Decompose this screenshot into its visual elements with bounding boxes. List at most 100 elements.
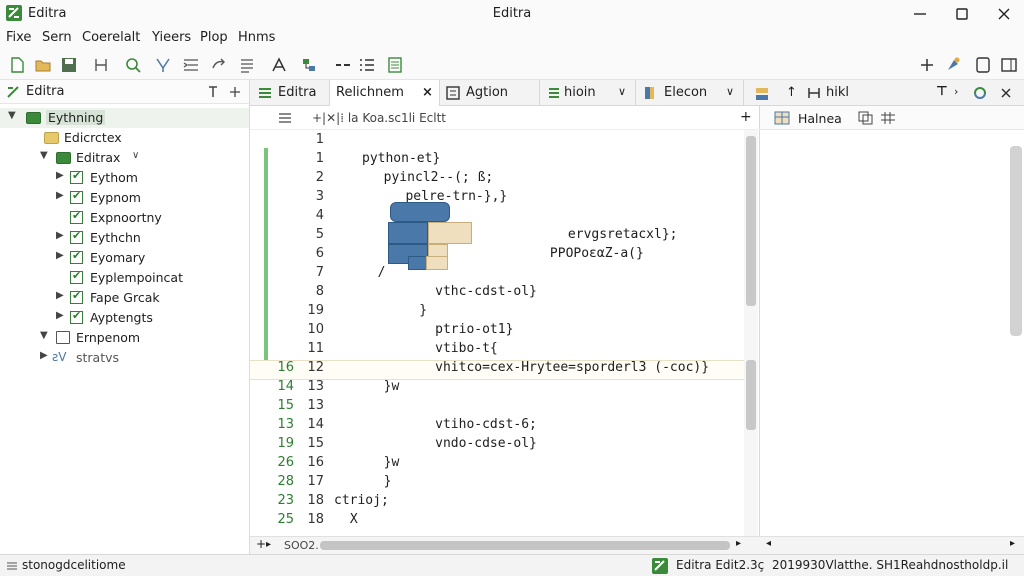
chevron-right-icon[interactable]: ▸ bbox=[736, 538, 741, 549]
list-icon[interactable] bbox=[238, 56, 256, 74]
chevron-right-icon[interactable]: ▸ bbox=[1010, 538, 1015, 549]
code-line[interactable]: python-et} bbox=[362, 151, 440, 166]
tab-hioin[interactable]: hioin ∨ bbox=[540, 80, 636, 106]
tree-row-item[interactable]: ▶ ✔ Eythom bbox=[0, 168, 249, 188]
chevron-left-icon[interactable]: ◂ bbox=[766, 538, 771, 549]
code-line[interactable]: vtibo-t{ bbox=[396, 341, 498, 356]
tab-active[interactable]: Relichnem × bbox=[330, 80, 440, 106]
code-line[interactable]: ptrio-ot1} bbox=[396, 322, 513, 337]
chevron-right-icon[interactable]: › bbox=[954, 85, 958, 98]
tree-row-item[interactable]: ▶ ✔ Eythchn bbox=[0, 228, 249, 248]
line-number: 2 bbox=[315, 170, 324, 185]
cut-icon[interactable] bbox=[92, 56, 110, 74]
code-line[interactable]: vtiho-cdst-6; bbox=[396, 417, 537, 432]
tree-row-item[interactable]: ✔ Eyplempoincat bbox=[0, 268, 249, 288]
scrollbar-thumb[interactable] bbox=[746, 136, 756, 306]
expand-icon[interactable] bbox=[228, 85, 242, 99]
tree-label: Expnoortny bbox=[90, 210, 162, 225]
grid-icon[interactable] bbox=[774, 111, 790, 125]
right-horizontal-scrollbar[interactable]: ◂ ▸ bbox=[760, 536, 1024, 554]
font-icon[interactable] bbox=[270, 56, 288, 74]
tree-row-item[interactable]: ▶ ✔ Eypnom bbox=[0, 188, 249, 208]
tree-row-root[interactable]: ▼ Eythning bbox=[0, 108, 249, 128]
plugin-icon[interactable] bbox=[944, 56, 962, 74]
menu-file[interactable]: Fixe bbox=[6, 30, 31, 45]
new-file-icon[interactable] bbox=[8, 56, 26, 74]
tree-row-folder[interactable]: Edicrctex bbox=[0, 128, 249, 148]
copy-icon[interactable] bbox=[858, 111, 874, 125]
menu-search[interactable]: Sern bbox=[42, 30, 72, 45]
code-block-node[interactable] bbox=[428, 222, 472, 244]
refresh-icon[interactable] bbox=[972, 85, 988, 101]
search-icon[interactable] bbox=[124, 56, 142, 74]
chevron-right-icon[interactable]: ▸ bbox=[266, 539, 271, 550]
minimize-icon[interactable] bbox=[910, 4, 930, 24]
tree-icon[interactable] bbox=[300, 56, 318, 74]
code-line[interactable]: / bbox=[362, 265, 386, 280]
tab-action[interactable]: Agtion bbox=[440, 80, 540, 106]
chevron-down-icon[interactable]: ∨ bbox=[726, 85, 734, 98]
sidebar-toggle-icon[interactable] bbox=[1000, 56, 1018, 74]
code-line[interactable]: } bbox=[368, 474, 392, 489]
redo-icon[interactable] bbox=[210, 56, 228, 74]
tab-elecon[interactable]: Elecon ∨ bbox=[636, 80, 744, 106]
pin-icon[interactable] bbox=[206, 85, 220, 99]
add-icon[interactable]: + bbox=[740, 109, 752, 125]
code-line[interactable]: vndo-cdse-ol} bbox=[396, 436, 537, 451]
tree-row-folder[interactable]: ▼ Ernpenom bbox=[0, 328, 249, 348]
horizontal-scrollbar[interactable]: + ▸ SOO2. ▸ bbox=[250, 536, 760, 554]
tab-label[interactable]: hikl bbox=[826, 85, 849, 100]
pin-icon[interactable]: ⊤ bbox=[936, 84, 948, 99]
tree-row-item[interactable]: ▶ ✔ Ayptengts bbox=[0, 308, 249, 328]
code-block-node[interactable] bbox=[388, 222, 428, 244]
menu-view[interactable]: Yieers bbox=[152, 30, 191, 45]
add-icon[interactable]: + bbox=[256, 537, 266, 551]
tree-row-item[interactable]: ✔ Expnoortny bbox=[0, 208, 249, 228]
replace-icon[interactable] bbox=[154, 56, 172, 74]
tab-outline-icon[interactable] bbox=[806, 85, 822, 101]
code-line[interactable]: ΡΡΟΡοεαZ-a(} bbox=[456, 246, 644, 261]
code-block-node[interactable] bbox=[390, 202, 450, 222]
outline-icon[interactable] bbox=[358, 56, 376, 74]
scrollbar-thumb[interactable] bbox=[320, 541, 730, 550]
menu-help[interactable]: Hnms bbox=[238, 30, 275, 45]
code-block-node[interactable] bbox=[426, 256, 448, 270]
code-line[interactable]: }w bbox=[368, 379, 400, 394]
code-editor[interactable]: +|✕|⁞ la Koa.sc1li Ecltt + 1 1 python-et} 2… bbox=[250, 106, 760, 536]
code-line[interactable]: vhitco=cex-Hrytee=sporderl3 (-coc)} bbox=[396, 360, 709, 375]
menu-format[interactable]: Coerelalt bbox=[82, 30, 140, 45]
tree-label: Eyomary bbox=[90, 250, 146, 265]
chevron-down-icon[interactable]: ∨ bbox=[618, 85, 626, 98]
code-line[interactable]: X bbox=[342, 512, 358, 527]
indent-icon[interactable] bbox=[182, 56, 200, 74]
tab-close-icon[interactable]: × bbox=[422, 85, 433, 100]
tree-row-item[interactable]: ▶ ✔ Eyomary bbox=[0, 248, 249, 268]
add-icon[interactable] bbox=[918, 56, 936, 74]
document-icon[interactable] bbox=[386, 56, 404, 74]
code-line[interactable]: ctrioj; bbox=[334, 493, 389, 508]
code-line[interactable]: } bbox=[388, 303, 427, 318]
scrollbar-thumb[interactable] bbox=[1010, 146, 1022, 336]
tree-row-item[interactable]: ▶ ✔ Fape Grcak bbox=[0, 288, 249, 308]
arrow-up-icon[interactable]: ↑ bbox=[786, 85, 797, 100]
open-folder-icon[interactable] bbox=[34, 56, 52, 74]
vertical-scrollbar[interactable] bbox=[744, 130, 758, 536]
tree-row-folder[interactable]: ▼ Editrax ∨ bbox=[0, 148, 249, 168]
tab-editra[interactable]: Editra bbox=[250, 80, 330, 106]
menu-tools[interactable]: Plop bbox=[200, 30, 228, 45]
table-icon[interactable] bbox=[880, 111, 896, 125]
menu-icon[interactable] bbox=[278, 112, 292, 124]
code-line[interactable]: ervgsretacxl}; bbox=[474, 227, 678, 242]
close-icon[interactable] bbox=[994, 4, 1014, 24]
maximize-icon[interactable] bbox=[952, 4, 972, 24]
panel-icon[interactable] bbox=[974, 56, 992, 74]
close-panel-icon[interactable] bbox=[998, 85, 1014, 101]
tab-tool-icon[interactable] bbox=[754, 86, 770, 102]
save-icon[interactable] bbox=[60, 56, 78, 74]
dash-icon[interactable] bbox=[334, 56, 352, 74]
code-line[interactable]: pyincl2--(; ß; bbox=[368, 170, 494, 185]
scrollbar-thumb[interactable] bbox=[746, 360, 756, 430]
code-line[interactable]: vthc-cdst-ol} bbox=[396, 284, 537, 299]
code-line[interactable]: }w bbox=[368, 455, 400, 470]
tree-row-misc[interactable]: ▶ ƨV stratvs bbox=[0, 348, 249, 368]
